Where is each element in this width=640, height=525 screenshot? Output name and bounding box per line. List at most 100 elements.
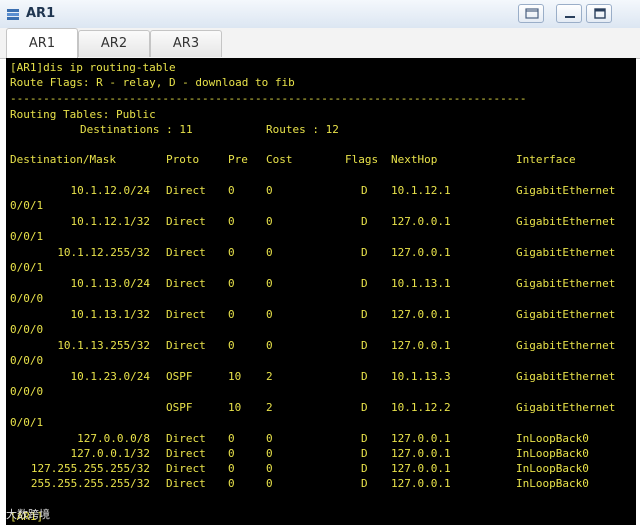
route-flags: D bbox=[361, 215, 368, 228]
route-cost: 0 bbox=[266, 339, 273, 352]
route-proto: OSPF bbox=[166, 370, 193, 383]
route-interface: GigabitEthernet bbox=[516, 339, 616, 352]
route-nexthop: 127.0.0.1 bbox=[391, 246, 451, 259]
route-destination: 10.1.12.1/32 bbox=[70, 215, 151, 228]
route-nexthop: 127.0.0.1 bbox=[391, 477, 451, 490]
route-interface: InLoopBack0 bbox=[516, 432, 589, 445]
route-flags: D bbox=[361, 477, 368, 490]
header-nexthop: NextHop bbox=[391, 153, 438, 166]
route-pre: 0 bbox=[228, 447, 235, 460]
route-interface-cont: 0/0/0 bbox=[10, 323, 44, 336]
route-destination: 10.1.13.1/32 bbox=[70, 308, 151, 321]
route-pre: 0 bbox=[228, 184, 235, 197]
restore-button[interactable] bbox=[518, 4, 544, 23]
terminal-console[interactable]: [AR1]dis ip routing-table Route Flags: R… bbox=[6, 58, 636, 525]
routes-count: Routes : 12 bbox=[266, 123, 339, 136]
route-destination: 127.0.0.0/8 bbox=[77, 432, 151, 445]
route-nexthop: 10.1.12.1 bbox=[391, 184, 451, 197]
tab-ar1[interactable]: AR1 bbox=[6, 28, 78, 58]
route-flags: D bbox=[361, 246, 368, 259]
route-flags: D bbox=[361, 401, 368, 414]
route-interface: GigabitEthernet bbox=[516, 277, 616, 290]
route-destination: 10.1.23.0/24 bbox=[70, 370, 151, 383]
route-flags: D bbox=[361, 277, 368, 290]
route-cost: 2 bbox=[266, 401, 273, 414]
routing-tables-label: Routing Tables: Public bbox=[10, 108, 156, 121]
header-flags: Flags bbox=[345, 153, 379, 166]
route-proto: Direct bbox=[166, 339, 206, 352]
route-pre: 0 bbox=[228, 477, 235, 490]
route-nexthop: 127.0.0.1 bbox=[391, 432, 451, 445]
route-interface: GigabitEthernet bbox=[516, 401, 616, 414]
route-proto: Direct bbox=[166, 477, 206, 490]
route-nexthop: 10.1.13.3 bbox=[391, 370, 451, 383]
route-flags: D bbox=[361, 339, 368, 352]
route-cost: 0 bbox=[266, 308, 273, 321]
route-proto: Direct bbox=[166, 246, 206, 259]
route-flags: D bbox=[361, 432, 368, 445]
route-proto: Direct bbox=[166, 277, 206, 290]
route-cost: 2 bbox=[266, 370, 273, 383]
destinations-count: Destinations : 11 bbox=[80, 123, 193, 136]
route-interface: GigabitEthernet bbox=[516, 370, 616, 383]
route-cost: 0 bbox=[266, 246, 273, 259]
tab-ar2[interactable]: AR2 bbox=[78, 30, 150, 57]
route-destination: 127.0.0.1/32 bbox=[70, 447, 151, 460]
route-destination: 10.1.13.255/32 bbox=[57, 339, 151, 352]
route-proto: Direct bbox=[166, 308, 206, 321]
route-flags: D bbox=[361, 447, 368, 460]
route-nexthop: 127.0.0.1 bbox=[391, 215, 451, 228]
route-nexthop: 127.0.0.1 bbox=[391, 462, 451, 475]
route-interface-cont: 0/0/1 bbox=[10, 416, 44, 429]
route-proto: Direct bbox=[166, 462, 206, 475]
route-interface: GigabitEthernet bbox=[516, 184, 616, 197]
route-flags: D bbox=[361, 308, 368, 321]
route-cost: 0 bbox=[266, 447, 273, 460]
route-cost: 0 bbox=[266, 462, 273, 475]
route-interface-cont: 0/0/1 bbox=[10, 261, 44, 274]
route-nexthop: 10.1.12.2 bbox=[391, 401, 451, 414]
tab-ar3[interactable]: AR3 bbox=[150, 30, 222, 57]
route-flags: D bbox=[361, 184, 368, 197]
session-tabs: AR1 AR2 AR3 bbox=[0, 28, 640, 59]
route-pre: 0 bbox=[228, 215, 235, 228]
route-pre: 10 bbox=[228, 370, 242, 383]
minimize-icon bbox=[565, 16, 575, 18]
command-line: [AR1]dis ip routing-table bbox=[10, 61, 176, 74]
route-interface: InLoopBack0 bbox=[516, 462, 589, 475]
route-nexthop: 127.0.0.1 bbox=[391, 339, 451, 352]
route-interface: GigabitEthernet bbox=[516, 215, 616, 228]
route-nexthop: 10.1.13.1 bbox=[391, 277, 451, 290]
route-cost: 0 bbox=[266, 477, 273, 490]
header-interface: Interface bbox=[516, 153, 576, 166]
route-interface: GigabitEthernet bbox=[516, 308, 616, 321]
route-interface-cont: 0/0/0 bbox=[10, 354, 44, 367]
route-interface: InLoopBack0 bbox=[516, 477, 589, 490]
route-pre: 10 bbox=[228, 401, 242, 414]
route-pre: 0 bbox=[228, 462, 235, 475]
restore-icon bbox=[525, 8, 539, 19]
route-pre: 0 bbox=[228, 432, 235, 445]
separator-line: ----------------------------------------… bbox=[10, 92, 527, 105]
maximize-button[interactable] bbox=[586, 4, 612, 23]
minimize-button[interactable] bbox=[556, 4, 582, 23]
route-interface-cont: 0/0/1 bbox=[10, 230, 44, 243]
route-interface: InLoopBack0 bbox=[516, 447, 589, 460]
route-interface-cont: 0/0/0 bbox=[10, 385, 44, 398]
route-proto: Direct bbox=[166, 432, 206, 445]
route-destination: 255.255.255.255/32 bbox=[30, 477, 151, 490]
route-destination: 10.1.12.0/24 bbox=[70, 184, 151, 197]
header-destination: Destination/Mask bbox=[10, 153, 116, 166]
route-proto: Direct bbox=[166, 215, 206, 228]
route-pre: 0 bbox=[228, 246, 235, 259]
route-pre: 0 bbox=[228, 277, 235, 290]
route-destination: 127.255.255.255/32 bbox=[30, 462, 151, 475]
route-cost: 0 bbox=[266, 277, 273, 290]
route-pre: 0 bbox=[228, 339, 235, 352]
watermark-text: 大数跨境 bbox=[6, 508, 50, 521]
route-flags-legend: Route Flags: R - relay, D - download to … bbox=[10, 76, 295, 89]
header-proto: Proto bbox=[166, 153, 200, 166]
route-interface: GigabitEthernet bbox=[516, 246, 616, 259]
route-destination: 10.1.13.0/24 bbox=[70, 277, 151, 290]
maximize-icon bbox=[594, 8, 606, 19]
